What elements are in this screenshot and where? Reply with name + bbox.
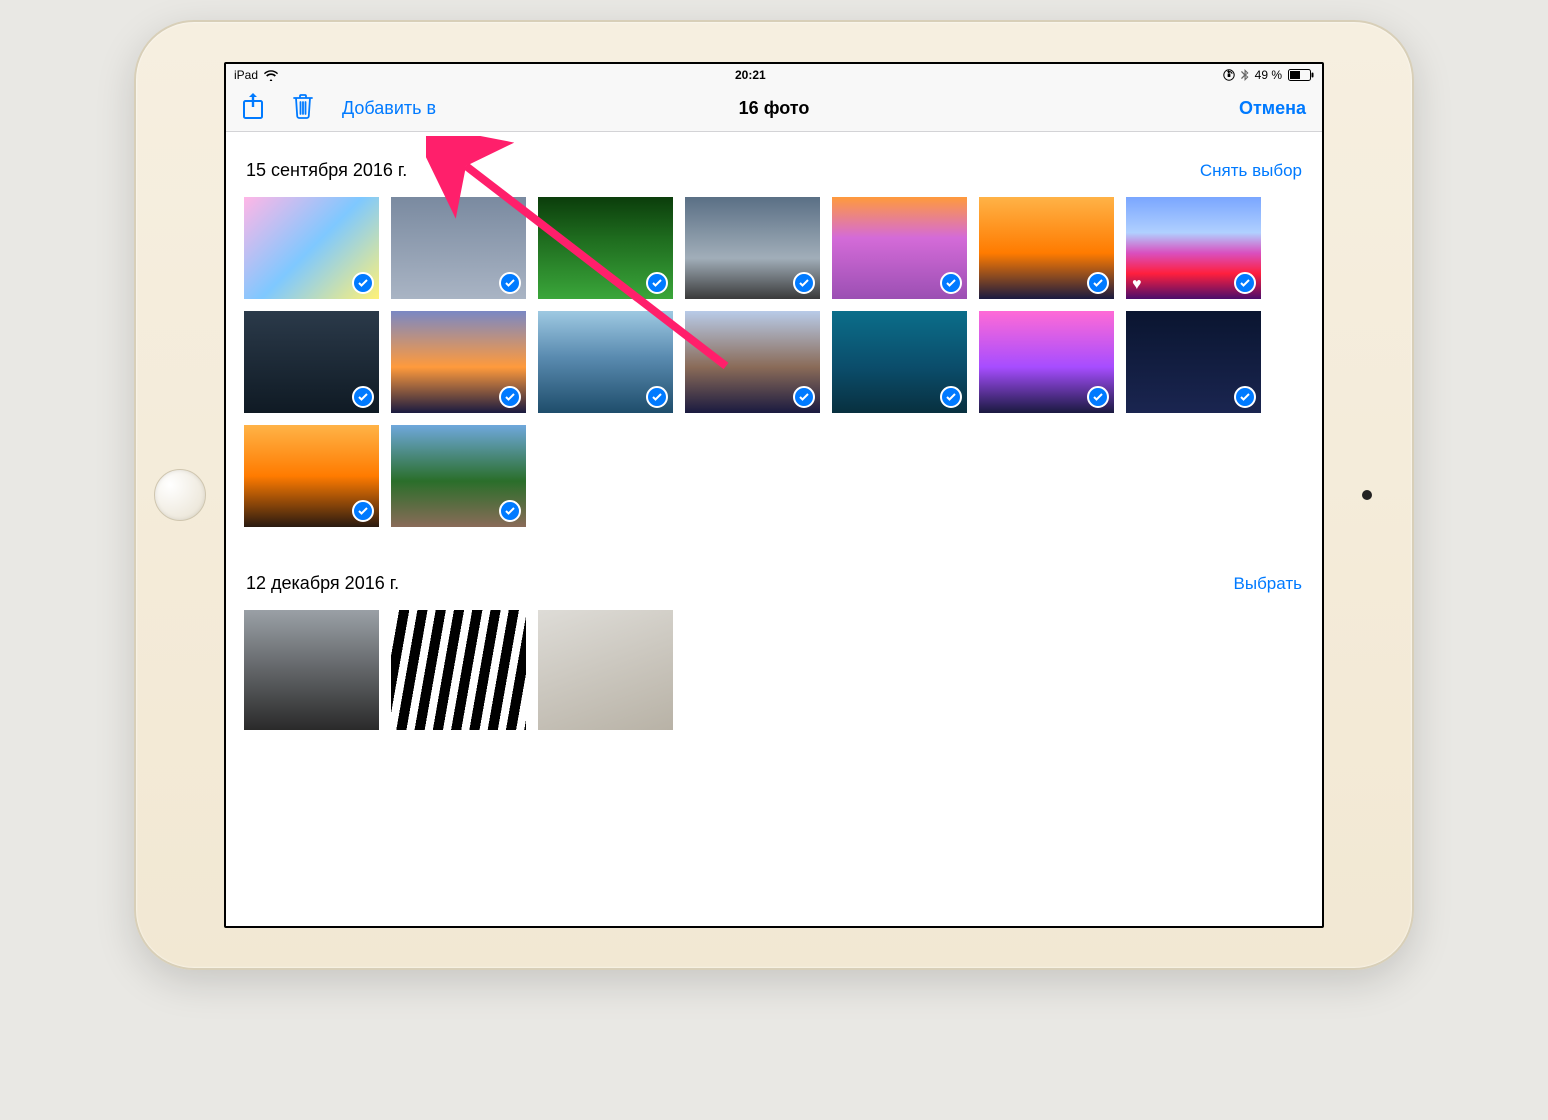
photo-thumb[interactable] [391, 197, 526, 299]
cancel-button[interactable]: Отмена [1239, 98, 1306, 119]
battery-percent: 49 % [1255, 68, 1282, 82]
selected-check-icon [646, 272, 668, 294]
selected-check-icon [793, 386, 815, 408]
battery-icon [1288, 69, 1314, 81]
photo-thumb[interactable] [685, 311, 820, 413]
photo-thumb[interactable]: ♥ [1126, 197, 1261, 299]
photo-thumb[interactable] [244, 610, 379, 730]
photo-thumb[interactable] [979, 197, 1114, 299]
photo-thumb[interactable] [1126, 311, 1261, 413]
selected-check-icon [1234, 272, 1256, 294]
clock: 20:21 [735, 68, 766, 82]
selected-check-icon [352, 500, 374, 522]
bluetooth-icon [1241, 69, 1249, 81]
photo-thumb[interactable] [244, 197, 379, 299]
photo-thumb[interactable] [538, 610, 673, 730]
selected-check-icon [352, 386, 374, 408]
photo-thumb[interactable] [244, 311, 379, 413]
photo-thumb[interactable] [538, 197, 673, 299]
device-label: iPad [234, 68, 258, 82]
selected-check-icon [1087, 386, 1109, 408]
selected-check-icon [352, 272, 374, 294]
section-header: 12 декабря 2016 г. Выбрать [226, 545, 1322, 604]
wifi-icon [264, 70, 278, 81]
selected-check-icon [499, 500, 521, 522]
photo-thumb[interactable] [391, 311, 526, 413]
photo-thumb[interactable] [832, 311, 967, 413]
photo-thumb[interactable] [979, 311, 1114, 413]
deselect-all-button[interactable]: Снять выбор [1200, 161, 1302, 181]
orientation-lock-icon [1223, 69, 1235, 81]
selected-check-icon [499, 272, 521, 294]
photo-thumb[interactable] [391, 610, 526, 730]
photo-thumb[interactable] [685, 197, 820, 299]
ipad-frame: iPad 20:21 49 % [134, 20, 1414, 970]
selected-check-icon [940, 272, 962, 294]
selected-check-icon [1234, 386, 1256, 408]
photo-thumb[interactable] [244, 425, 379, 527]
photo-thumb[interactable] [538, 311, 673, 413]
share-button[interactable] [242, 92, 264, 125]
section-header: 15 сентября 2016 г. Снять выбор [226, 132, 1322, 191]
status-bar: iPad 20:21 49 % [226, 64, 1322, 86]
add-to-button[interactable]: Добавить в [342, 98, 436, 119]
selected-check-icon [499, 386, 521, 408]
delete-button[interactable] [292, 93, 314, 124]
photo-grid: ♥ [226, 191, 1322, 545]
photo-thumb[interactable] [832, 197, 967, 299]
select-all-button[interactable]: Выбрать [1234, 574, 1302, 594]
selected-check-icon [793, 272, 815, 294]
selected-check-icon [646, 386, 668, 408]
section-date: 15 сентября 2016 г. [246, 160, 407, 181]
photo-grid [226, 604, 1322, 748]
favorite-heart-icon: ♥ [1132, 276, 1142, 294]
section-date: 12 декабря 2016 г. [246, 573, 399, 594]
selected-check-icon [1087, 272, 1109, 294]
front-camera [1362, 490, 1372, 500]
toolbar: Добавить в 16 фото Отмена [226, 86, 1322, 132]
content[interactable]: 15 сентября 2016 г. Снять выбор ♥ [226, 132, 1322, 926]
screen: iPad 20:21 49 % [224, 62, 1324, 928]
selected-check-icon [940, 386, 962, 408]
home-button[interactable] [154, 469, 206, 521]
photo-thumb[interactable] [391, 425, 526, 527]
